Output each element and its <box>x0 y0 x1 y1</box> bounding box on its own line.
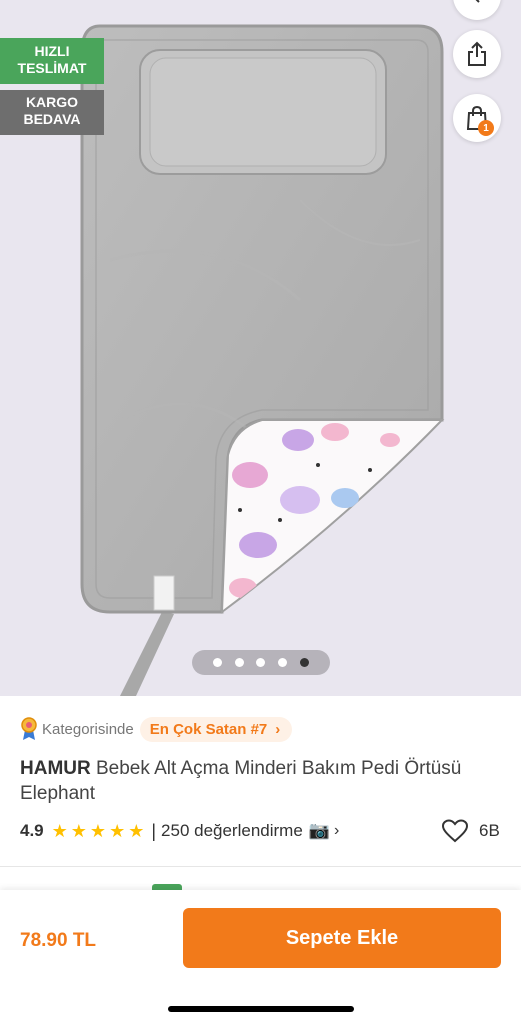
gallery-dot[interactable] <box>256 658 266 667</box>
review-count[interactable]: 250 değerlendirme <box>161 821 303 841</box>
star-icon: ★ <box>51 821 68 841</box>
fast-delivery-line-1: HIZLI <box>34 43 70 59</box>
product-title: HAMUR Bebek Alt Açma Minderi Bakım Pedi … <box>20 756 490 806</box>
free-shipping-line-1: KARGO <box>25 94 79 110</box>
home-indicator[interactable] <box>168 1006 354 1012</box>
section-divider <box>0 866 521 867</box>
star-icon: ★ <box>70 821 87 841</box>
cart-button[interactable]: 1 <box>453 94 501 142</box>
star-icon: ★ <box>89 821 107 841</box>
category-ranking: Kategorisinde En Çok Satan #7 › <box>20 716 293 742</box>
rating-separator: | <box>151 820 157 841</box>
product-image-gallery[interactable]: HIZLI TESLİMAT KARGO BEDAVA 1 <box>0 0 521 696</box>
product-brand[interactable]: HAMUR <box>20 758 91 779</box>
gallery-dot[interactable] <box>278 658 288 667</box>
share-button[interactable] <box>453 30 501 78</box>
bestseller-rank-text: En Çok Satan #7 <box>149 720 268 738</box>
add-to-cart-button[interactable]: Sepete Ekle <box>183 908 501 968</box>
gallery-dot-active[interactable] <box>300 658 310 667</box>
free-shipping-line-2: BEDAVA <box>23 111 81 127</box>
favorite-button[interactable]: 6B <box>441 818 500 844</box>
favorite-count: 6B <box>479 821 500 840</box>
gallery-pagination[interactable] <box>192 650 330 675</box>
product-price: 78.90 TL <box>20 930 97 951</box>
cart-count-badge: 1 <box>478 120 494 136</box>
share-icon <box>468 41 486 66</box>
fast-delivery-badge: HIZLI TESLİMAT <box>0 38 104 84</box>
fast-delivery-line-2: TESLİMAT <box>17 60 87 76</box>
back-icon <box>475 0 480 3</box>
free-shipping-badge: KARGO BEDAVA <box>0 90 104 135</box>
rating-value: 4.9 <box>20 821 44 840</box>
chevron-right-icon: › <box>333 822 340 839</box>
gallery-dot[interactable] <box>234 658 244 667</box>
star-icon: ★ <box>109 821 126 841</box>
star-icon: ★ <box>128 821 145 841</box>
rating-summary[interactable]: 4.9 ★ ★ ★ ★ ★ | 250 değerlendirme 📷 › <box>20 818 339 844</box>
bestseller-rank-link[interactable]: En Çok Satan #7 › <box>139 716 293 742</box>
heart-icon <box>441 819 469 843</box>
category-label: Kategorisinde <box>42 720 134 738</box>
chevron-right-icon: › <box>275 720 281 738</box>
award-ribbon-icon <box>21 717 37 740</box>
camera-icon: 📷 <box>308 821 330 840</box>
purchase-bar: 78.90 TL Sepete Ekle <box>0 890 521 1024</box>
gallery-dot[interactable] <box>212 658 222 667</box>
